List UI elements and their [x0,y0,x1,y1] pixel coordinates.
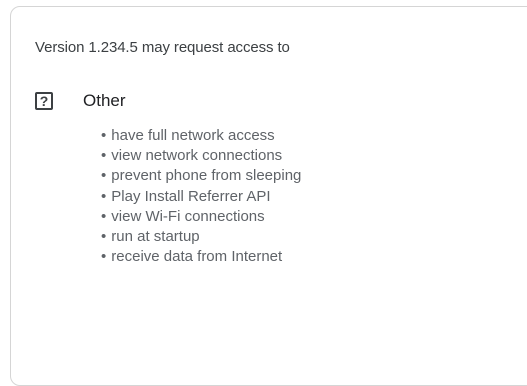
permission-label: view network connections [111,147,283,165]
permission-label: Play Install Referrer API [111,187,271,205]
bullet: • [101,127,107,144]
bullet: • [101,147,107,165]
permission-item: • receive data from Internet [101,247,301,267]
bullet: • [101,227,107,245]
permission-group-other: ? Other [35,91,126,111]
permission-item: • have full network access [101,126,301,146]
permission-label: prevent phone from sleeping [111,167,302,185]
bullet: • [101,248,107,266]
permission-item: • view Wi-Fi connections [101,207,301,227]
permissions-dialog: Version 1.234.5 may request access to ? … [10,6,527,386]
permission-label: receive data from Internet [111,248,283,266]
permission-label: view Wi-Fi connections [111,207,265,225]
permission-item: • Play Install Referrer API [101,187,301,207]
permission-item: • run at startup [101,227,301,247]
permission-label: have full network access [111,127,275,144]
bullet: • [101,187,107,205]
bullet: • [101,167,107,185]
permission-item: • view network connections [101,146,301,166]
question-mark-icon: ? [35,92,53,110]
group-title: Other [83,91,126,110]
bullet: • [101,207,107,225]
permission-item: • prevent phone from sleeping [101,166,301,186]
dialog-header: Version 1.234.5 may request access to [35,39,290,56]
permission-label: run at startup [111,227,200,245]
permission-list: • have full network access • view network … [101,126,301,267]
